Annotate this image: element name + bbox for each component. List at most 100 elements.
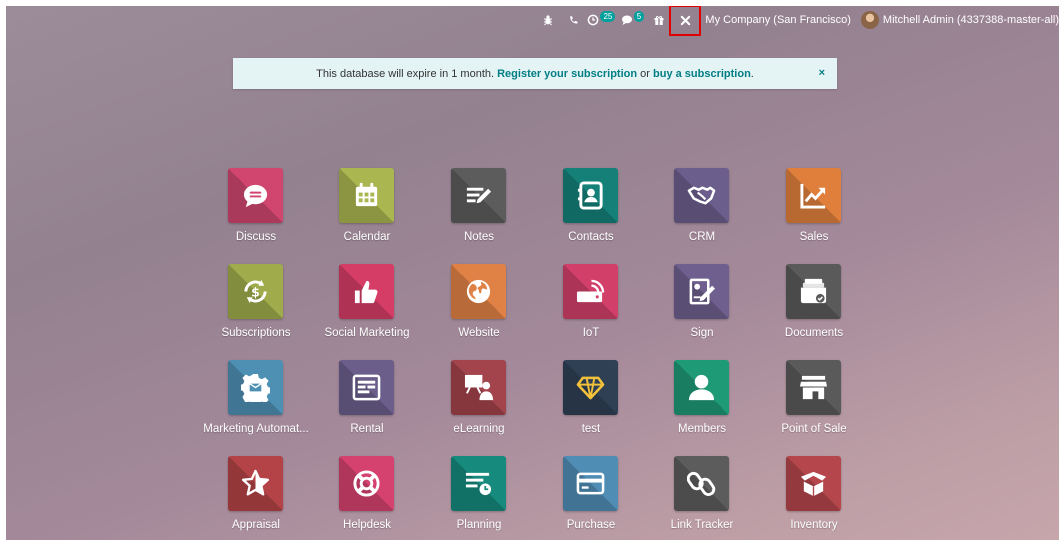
app-tile — [786, 264, 841, 319]
company-name: My Company (San Francisco) — [705, 14, 851, 26]
app-tile — [563, 360, 618, 415]
app-notes[interactable]: Notes — [424, 168, 534, 258]
banner-text-or: or — [637, 67, 653, 80]
app-contacts[interactable]: Contacts — [536, 168, 646, 258]
gift-icon[interactable] — [647, 6, 671, 34]
app-rental[interactable]: Rental — [312, 360, 422, 450]
app-members[interactable]: Members — [647, 360, 757, 450]
app-purchase[interactable]: Purchase — [536, 456, 646, 540]
message-count-badge: 5 — [633, 10, 645, 22]
box-icon — [800, 471, 827, 497]
app-tile — [339, 360, 394, 415]
app-subscriptions[interactable]: $ Subscriptions — [201, 264, 311, 354]
chat-bubble-icon — [621, 15, 632, 25]
app-label: Inventory — [790, 519, 838, 531]
banner-close-button[interactable]: × — [819, 67, 825, 79]
documents-folder-icon — [800, 278, 827, 304]
app-helpdesk[interactable]: Helpdesk — [312, 456, 422, 540]
contacts-icon — [577, 181, 603, 210]
planning-icon — [465, 472, 492, 496]
debug-bug-icon[interactable] — [535, 6, 561, 34]
diamond-icon — [576, 376, 605, 400]
home-menu-background: 25 5 My Company (San Francisco) Mitchell… — [6, 6, 1059, 540]
activity-count-badge: 25 — [600, 10, 616, 22]
buy-subscription-link[interactable]: buy a subscription — [653, 68, 751, 80]
app-elearning[interactable]: eLearning — [424, 360, 534, 450]
app-label: Sales — [799, 231, 829, 243]
app-planning[interactable]: Planning — [424, 456, 534, 540]
app-tile — [228, 168, 283, 223]
app-label: Link Tracker — [670, 519, 734, 531]
banner-text-end: . — [750, 67, 754, 80]
app-tile — [786, 360, 841, 415]
app-label: Members — [678, 423, 726, 435]
app-label: CRM — [688, 231, 716, 243]
lifebuoy-icon — [353, 470, 380, 497]
app-website[interactable]: Website — [424, 264, 534, 354]
app-tile — [339, 456, 394, 511]
app-link-tracker[interactable]: Link Tracker — [647, 456, 757, 540]
app-label: Website — [458, 327, 500, 339]
messaging-button[interactable]: 5 — [617, 6, 647, 34]
app-tile — [339, 168, 394, 223]
app-label: Documents — [784, 327, 844, 339]
app-label: Point of Sale — [781, 423, 847, 435]
avatar — [860, 11, 879, 29]
app-tile — [786, 456, 841, 511]
app-marketing-automation[interactable]: Marketing Automat... — [201, 360, 311, 450]
app-tile — [451, 456, 506, 511]
app-point-of-sale[interactable]: Point of Sale — [759, 360, 869, 450]
close-home-menu-button[interactable] — [669, 6, 702, 36]
member-person-icon — [688, 374, 715, 401]
app-tile — [339, 264, 394, 319]
app-tile: $ — [228, 264, 283, 319]
rental-calendar-icon — [352, 374, 381, 401]
app-label: Social Marketing — [324, 327, 410, 339]
calendar-icon — [355, 182, 378, 207]
iot-device-icon — [576, 279, 605, 303]
trend-chart-icon — [800, 183, 826, 209]
link-icon — [687, 471, 716, 497]
app-tile — [451, 264, 506, 319]
discuss-icon — [243, 184, 268, 208]
close-icon — [680, 15, 691, 25]
app-tile — [674, 168, 729, 223]
app-test[interactable]: test — [536, 360, 646, 450]
app-tile — [563, 168, 618, 223]
handshake-icon — [687, 186, 716, 205]
app-tile — [563, 456, 618, 511]
expiration-banner: This database will expire in 1 month. Re… — [233, 58, 837, 89]
notes-icon — [466, 187, 492, 204]
app-social-marketing[interactable]: Social Marketing — [312, 264, 422, 354]
app-tile — [451, 360, 506, 415]
phone-icon[interactable] — [561, 6, 585, 34]
app-discuss[interactable]: Discuss — [201, 168, 311, 258]
app-sales[interactable]: Sales — [759, 168, 869, 258]
app-sign[interactable]: Sign — [647, 264, 757, 354]
user-name: Mitchell Admin (4337388-master-all) — [882, 14, 1059, 26]
gear-mail-icon — [241, 373, 270, 402]
app-tile — [674, 456, 729, 511]
app-tile — [674, 360, 729, 415]
banner-text: This database will expire in 1 month. — [316, 67, 498, 80]
clock-icon — [588, 14, 599, 26]
app-tile — [563, 264, 618, 319]
star-icon — [241, 469, 270, 496]
company-switcher[interactable]: My Company (San Francisco) — [699, 6, 861, 34]
thumbs-up-icon — [354, 280, 378, 304]
register-subscription-link[interactable]: Register your subscription — [497, 68, 637, 80]
credit-card-icon — [576, 472, 605, 495]
svg-text:$: $ — [251, 284, 260, 299]
app-documents[interactable]: Documents — [759, 264, 869, 354]
app-crm[interactable]: CRM — [647, 168, 757, 258]
app-label: Notes — [463, 231, 495, 243]
sign-document-icon — [689, 278, 716, 305]
app-appraisal[interactable]: Appraisal — [201, 456, 311, 540]
app-inventory[interactable]: Inventory — [759, 456, 869, 540]
app-tile — [451, 168, 506, 223]
user-menu[interactable]: Mitchell Admin (4337388-master-all) — [860, 6, 1059, 34]
activity-clock-button[interactable]: 25 — [585, 6, 617, 34]
app-iot[interactable]: IoT — [536, 264, 646, 354]
presentation-icon — [464, 374, 493, 401]
app-calendar[interactable]: Calendar — [312, 168, 422, 258]
